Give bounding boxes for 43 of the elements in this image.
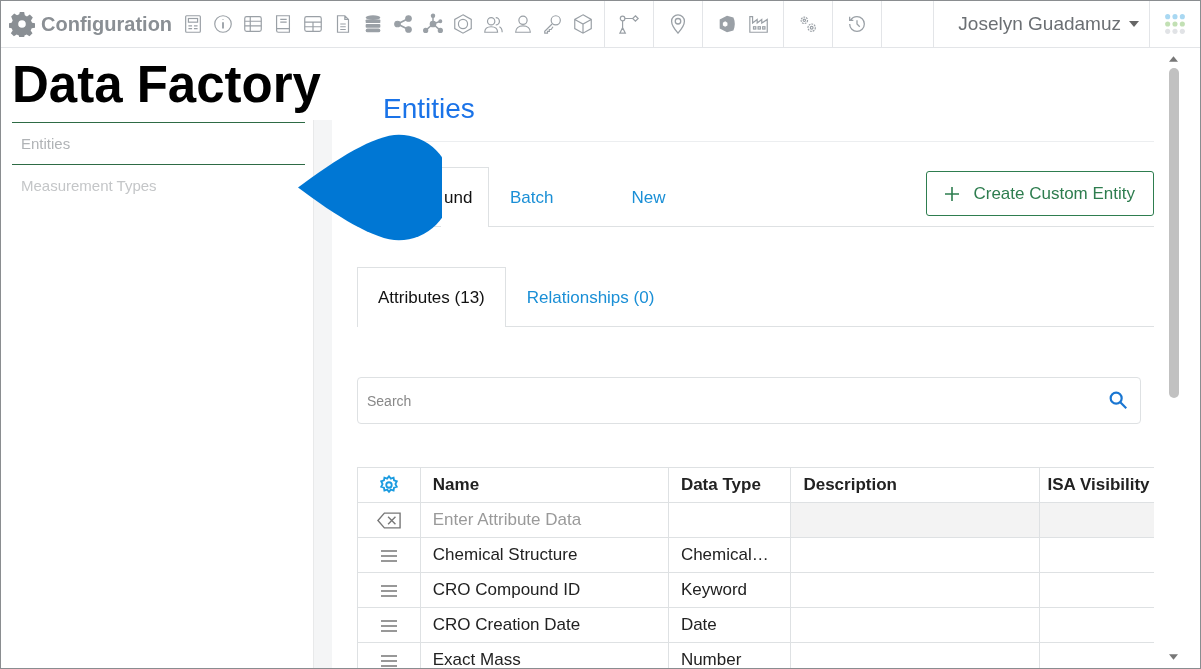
plus-icon (945, 186, 960, 201)
clear-icon[interactable] (376, 512, 401, 529)
table-cell: CRO Compound ID (432, 580, 581, 599)
entity-tab[interactable]: New (610, 167, 687, 227)
cube-icon[interactable] (572, 13, 595, 35)
scroll-up-icon[interactable] (1169, 56, 1178, 62)
settings-icon[interactable] (377, 474, 400, 496)
grid-icon[interactable] (302, 13, 325, 35)
flow-icon[interactable] (618, 13, 641, 35)
drag-handle-icon[interactable] (380, 549, 397, 562)
gear-icon (9, 11, 35, 37)
caret-icon (1129, 21, 1139, 27)
apps-grid-icon[interactable] (1164, 13, 1186, 35)
table-cell: Date (680, 615, 717, 634)
table-icon[interactable] (242, 13, 265, 35)
create-custom-entity-button[interactable]: Create Custom Entity (926, 171, 1154, 216)
drag-handle-icon[interactable] (380, 619, 397, 632)
hexagon-badge-icon[interactable] (452, 13, 475, 35)
search-field[interactable]: Search (357, 377, 1141, 424)
table-cell: Keyword (680, 580, 748, 599)
scroll-down-icon[interactable] (1169, 654, 1178, 660)
share-icon[interactable] (392, 13, 415, 35)
user-menu[interactable]: Joselyn Guadamuz (934, 1, 1150, 47)
factory-icon[interactable] (748, 13, 771, 35)
attribute-tab[interactable]: Attributes (13) (357, 267, 506, 327)
table-cell: Number (680, 650, 742, 668)
drag-handle-icon[interactable] (380, 654, 397, 667)
info-icon[interactable] (212, 13, 235, 35)
entity-tab[interactable]: und (441, 167, 489, 227)
entity-tab[interactable]: Batch (489, 167, 575, 227)
table-cell: Exact Mass (432, 650, 521, 668)
table-cell: CRO Creation Date (432, 615, 581, 634)
table-cell: Chemical Structure (432, 545, 578, 564)
scrollbar-thumb[interactable] (1168, 68, 1179, 398)
sidebar-title: Data Factory (12, 55, 321, 115)
search-icon[interactable] (1107, 389, 1129, 411)
column-header[interactable]: Name (432, 475, 480, 494)
app-title: Configuration (41, 12, 173, 36)
network-icon[interactable] (422, 13, 445, 35)
attribute-tab[interactable]: Relationships (0) (505, 267, 676, 327)
column-header[interactable]: Description (803, 475, 897, 494)
drag-handle-icon[interactable] (380, 584, 397, 597)
table-cell: Chemical… (680, 545, 769, 564)
